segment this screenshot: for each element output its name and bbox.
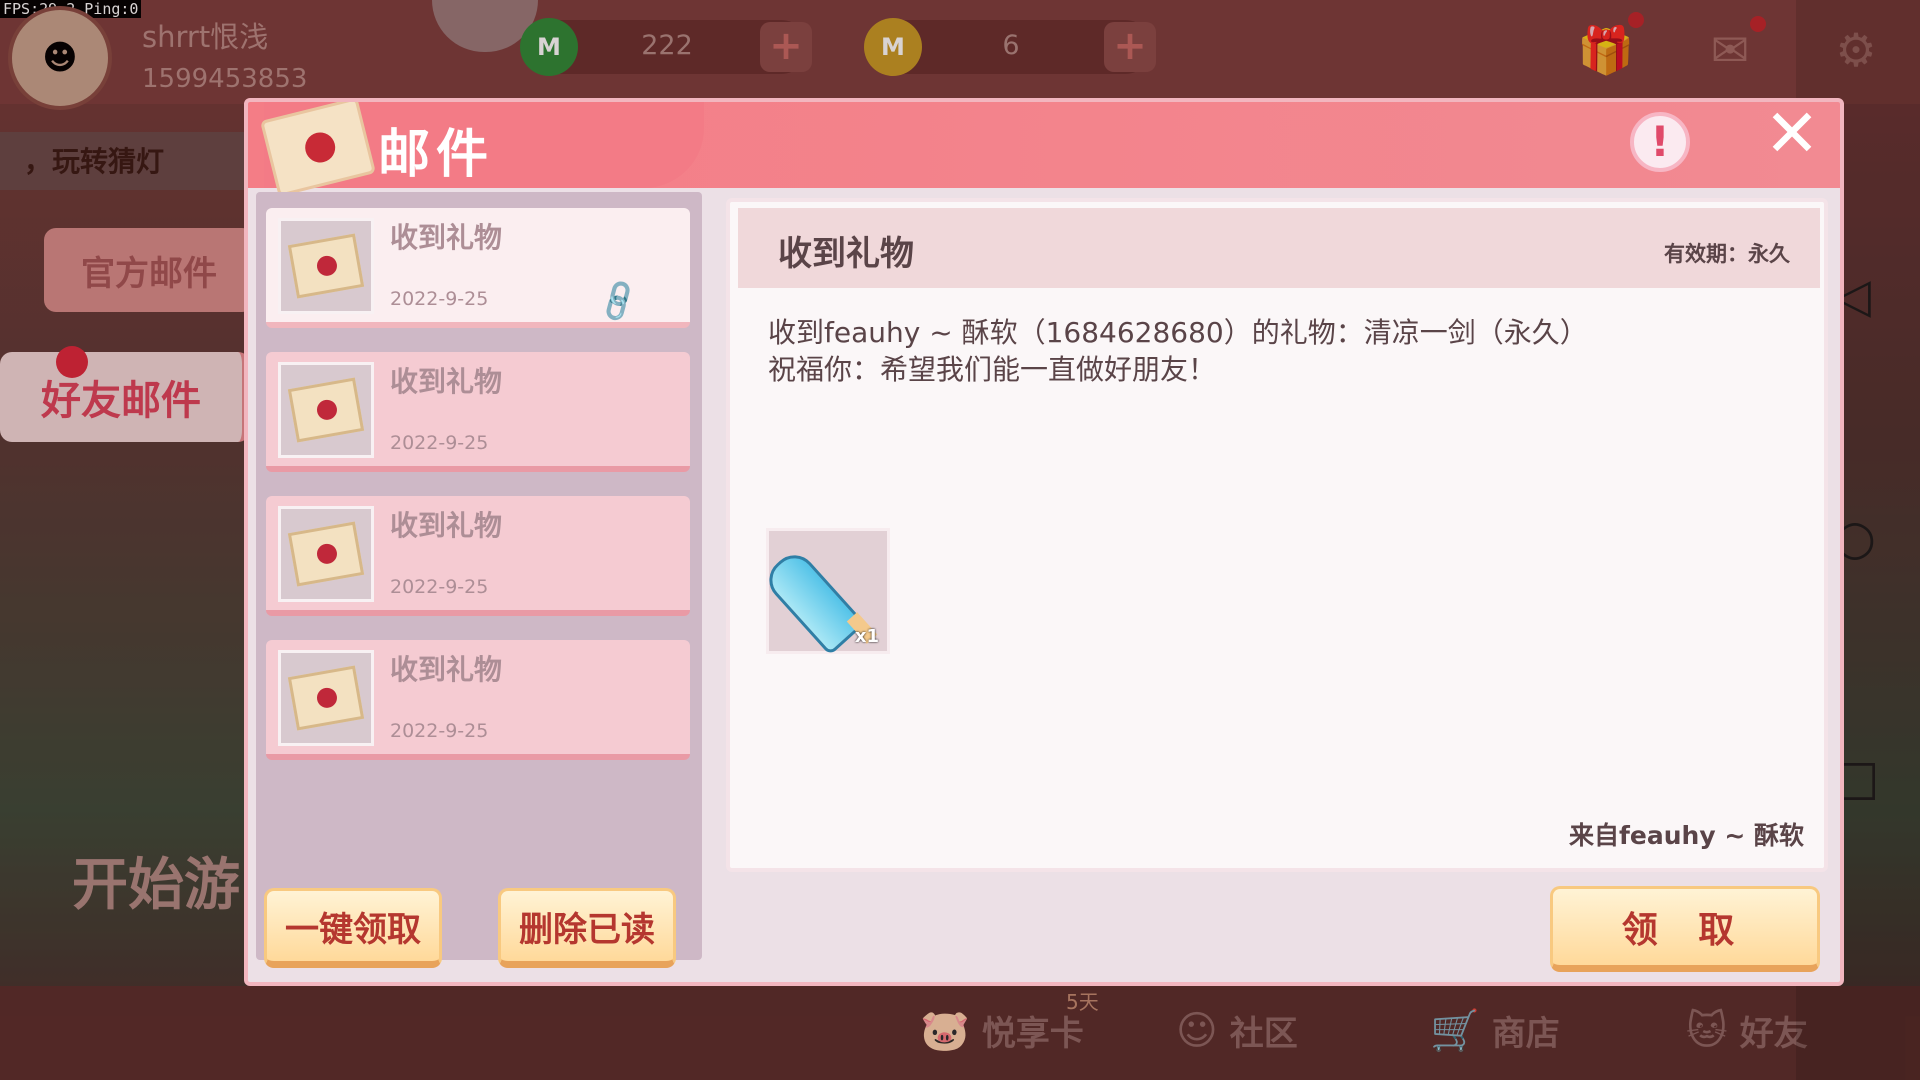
mail-title: 收到礼物: [390, 509, 503, 542]
mail-item[interactable]: 收到礼物 2022-9-25: [266, 640, 690, 760]
delete-read-button[interactable]: 删除已读: [498, 888, 676, 968]
mail-item[interactable]: 收到礼物 2022-9-25: [266, 352, 690, 472]
mail-item[interactable]: 收到礼物 2022-9-25: [266, 496, 690, 616]
dialog-header: 邮件 ! ✕: [248, 102, 1840, 197]
envelope-icon: [287, 233, 365, 299]
mail-date: 2022-9-25: [390, 432, 489, 454]
envelope-icon: [287, 377, 365, 443]
mail-thumbnail: [278, 218, 374, 314]
mail-date: 2022-9-25: [390, 576, 489, 598]
gift-item-slot[interactable]: x1: [760, 528, 890, 656]
attachment-icon: 🔗: [593, 277, 644, 326]
dialog-title: 邮件: [378, 125, 495, 185]
mail-thumbnail: [278, 506, 374, 602]
popsicle-icon: [760, 546, 866, 656]
mail-date: 2022-9-25: [390, 720, 489, 742]
claim-button[interactable]: 领 取: [1550, 886, 1820, 972]
mail-thumbnail: [278, 650, 374, 746]
item-quantity: x1: [854, 626, 879, 647]
mail-detail: 收到礼物 有效期：永久 收到feauhy ~ 酥软（1684628680）的礼物…: [726, 198, 1828, 872]
claim-all-button[interactable]: 一键领取: [264, 888, 442, 968]
detail-body: 收到feauhy ~ 酥软（1684628680）的礼物：清凉一剑（永久） 祝福…: [768, 314, 1588, 388]
detail-subject: 收到礼物: [778, 234, 914, 274]
envelope-icon: [287, 665, 365, 731]
mail-title: 收到礼物: [390, 365, 503, 398]
mail-title: 收到礼物: [390, 221, 503, 254]
mail-title: 收到礼物: [390, 653, 503, 686]
close-button[interactable]: ✕: [1760, 102, 1824, 167]
detail-body-line1: 收到feauhy ~ 酥软（1684628680）的礼物：清凉一剑（永久）: [768, 316, 1588, 349]
detail-sender: 来自feauhy ~ 酥软: [1569, 821, 1804, 850]
mail-date: 2022-9-25: [390, 288, 489, 310]
detail-validity: 有效期：永久: [1664, 242, 1790, 266]
mail-thumbnail: [278, 362, 374, 458]
info-icon[interactable]: !: [1630, 112, 1690, 172]
mail-item[interactable]: 收到礼物 2022-9-25 🔗: [266, 208, 690, 328]
mail-list: 收到礼物 2022-9-25 🔗 收到礼物 2022-9-25 收到礼物 202…: [256, 192, 702, 960]
envelope-icon: [287, 521, 365, 587]
detail-body-line2: 祝福你：希望我们能一直做好朋友！: [768, 353, 1217, 386]
detail-header: 收到礼物 有效期：永久: [738, 208, 1820, 288]
mail-dialog: 邮件 ! ✕ 收到礼物 2022-9-25 🔗 收到礼物 2022-9-25 收…: [244, 98, 1844, 986]
